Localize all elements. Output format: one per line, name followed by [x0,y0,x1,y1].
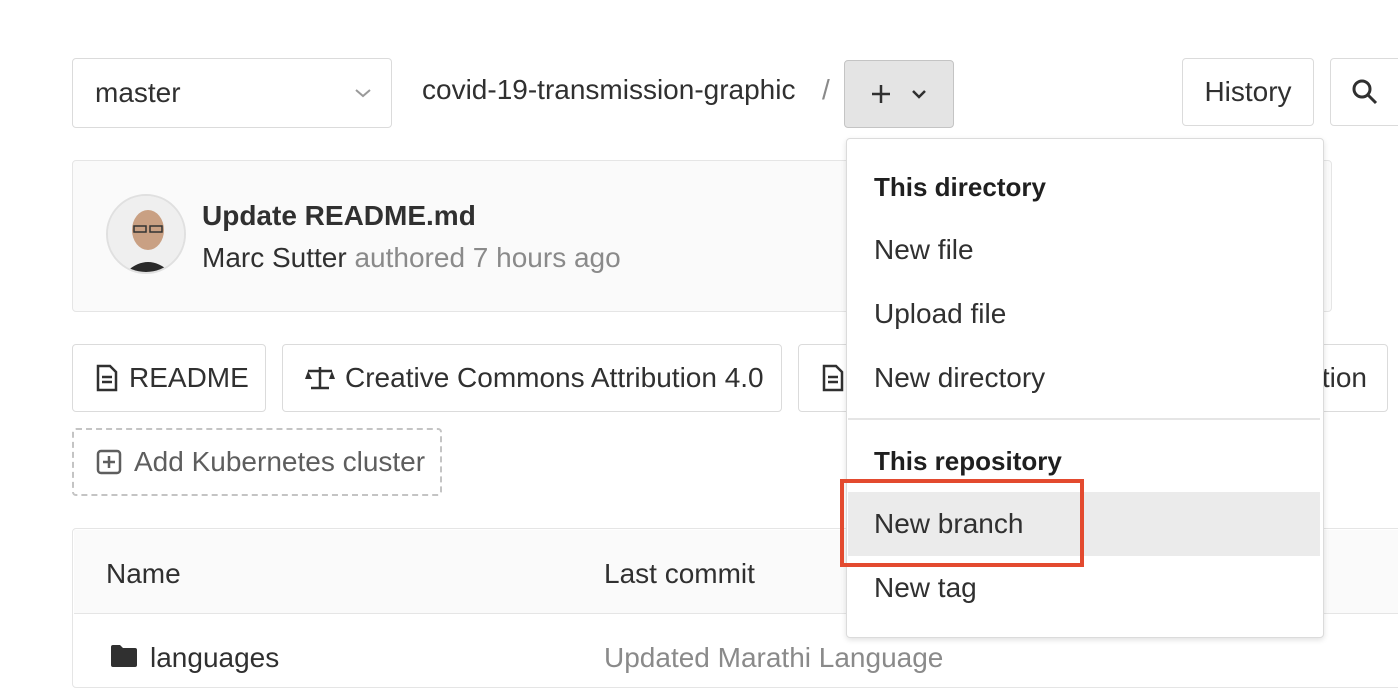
plus-icon [872,85,890,103]
column-header-name: Name [106,558,181,589]
readme-button[interactable]: README [72,344,266,412]
commit-author[interactable]: Marc Sutter [202,242,347,273]
add-kubernetes-cluster-button[interactable]: Add Kubernetes cluster [72,428,442,496]
readme-label: README [129,362,249,393]
commit-meta: Marc Sutter authored 7 hours ago [202,242,621,274]
chevron-down-icon [355,89,371,98]
chevron-down-icon [912,90,926,99]
avatar[interactable] [106,194,186,274]
plus-square-icon [96,449,122,475]
license-button[interactable]: Creative Commons Attribution 4.0 [282,344,782,412]
table-row-name[interactable]: languages [150,642,279,674]
add-to-tree-dropdown[interactable] [844,60,954,128]
contribution-label: tion [1321,362,1367,393]
find-file-button[interactable] [1330,58,1398,126]
commit-title[interactable]: Update README.md [202,200,476,232]
highlight-annotation [840,479,1084,567]
search-icon [1352,79,1378,105]
table-row-last-commit[interactable]: Updated Marathi Language [604,642,943,674]
branch-name: master [95,77,181,108]
repo-path-name[interactable]: covid-19-transmission-graphic [422,74,795,106]
file-icon [96,364,118,392]
branch-selector[interactable]: master [72,58,392,128]
menu-divider [848,418,1320,420]
menu-section-this-repository: This repository [874,446,1062,476]
menu-item-new-directory[interactable]: New directory [848,346,1320,410]
menu-item-new-file[interactable]: New file [848,218,1320,282]
scale-icon [305,367,335,390]
folder-icon [110,644,138,673]
add-kubernetes-label: Add Kubernetes cluster [134,446,426,477]
license-label: Creative Commons Attribution 4.0 [345,362,764,393]
history-button[interactable]: History [1182,58,1314,126]
file-icon [822,364,844,392]
menu-section-this-directory: This directory [874,172,1046,202]
path-separator: / [822,74,830,105]
column-header-last-commit: Last commit [604,558,755,589]
commit-time: authored 7 hours ago [354,242,621,273]
menu-item-upload-file[interactable]: Upload file [848,282,1320,346]
